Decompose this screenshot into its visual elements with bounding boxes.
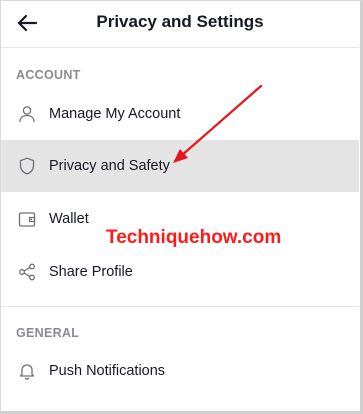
menu-item-privacy-safety[interactable]: Privacy and Safety [1,140,359,192]
watermark-text: Techniquehow.com [106,227,282,248]
menu-item-label: Manage My Account [49,106,181,122]
person-icon [17,104,37,124]
section-heading-account: ACCOUNT [16,68,81,82]
menu-item-label: Wallet [49,211,89,227]
menu-item-label: Push Notifications [49,363,166,379]
section-heading-general: GENERAL [16,326,80,340]
header-divider [1,47,359,48]
section-divider [1,306,359,307]
menu-item-label: Privacy and Safety [49,158,170,174]
shield-icon [17,156,37,176]
wallet-icon [17,209,37,229]
top-bar: Privacy and Settings [0,0,360,48]
bell-icon [17,361,37,381]
menu-item-push-notifications[interactable]: Push Notifications [1,345,359,397]
menu-item-share-profile[interactable]: Share Profile [1,246,359,298]
menu-item-label: Share Profile [49,264,133,280]
page-title: Privacy and Settings [96,12,264,31]
menu-item-manage-account[interactable]: Manage My Account [1,88,359,140]
share-icon [17,262,37,282]
